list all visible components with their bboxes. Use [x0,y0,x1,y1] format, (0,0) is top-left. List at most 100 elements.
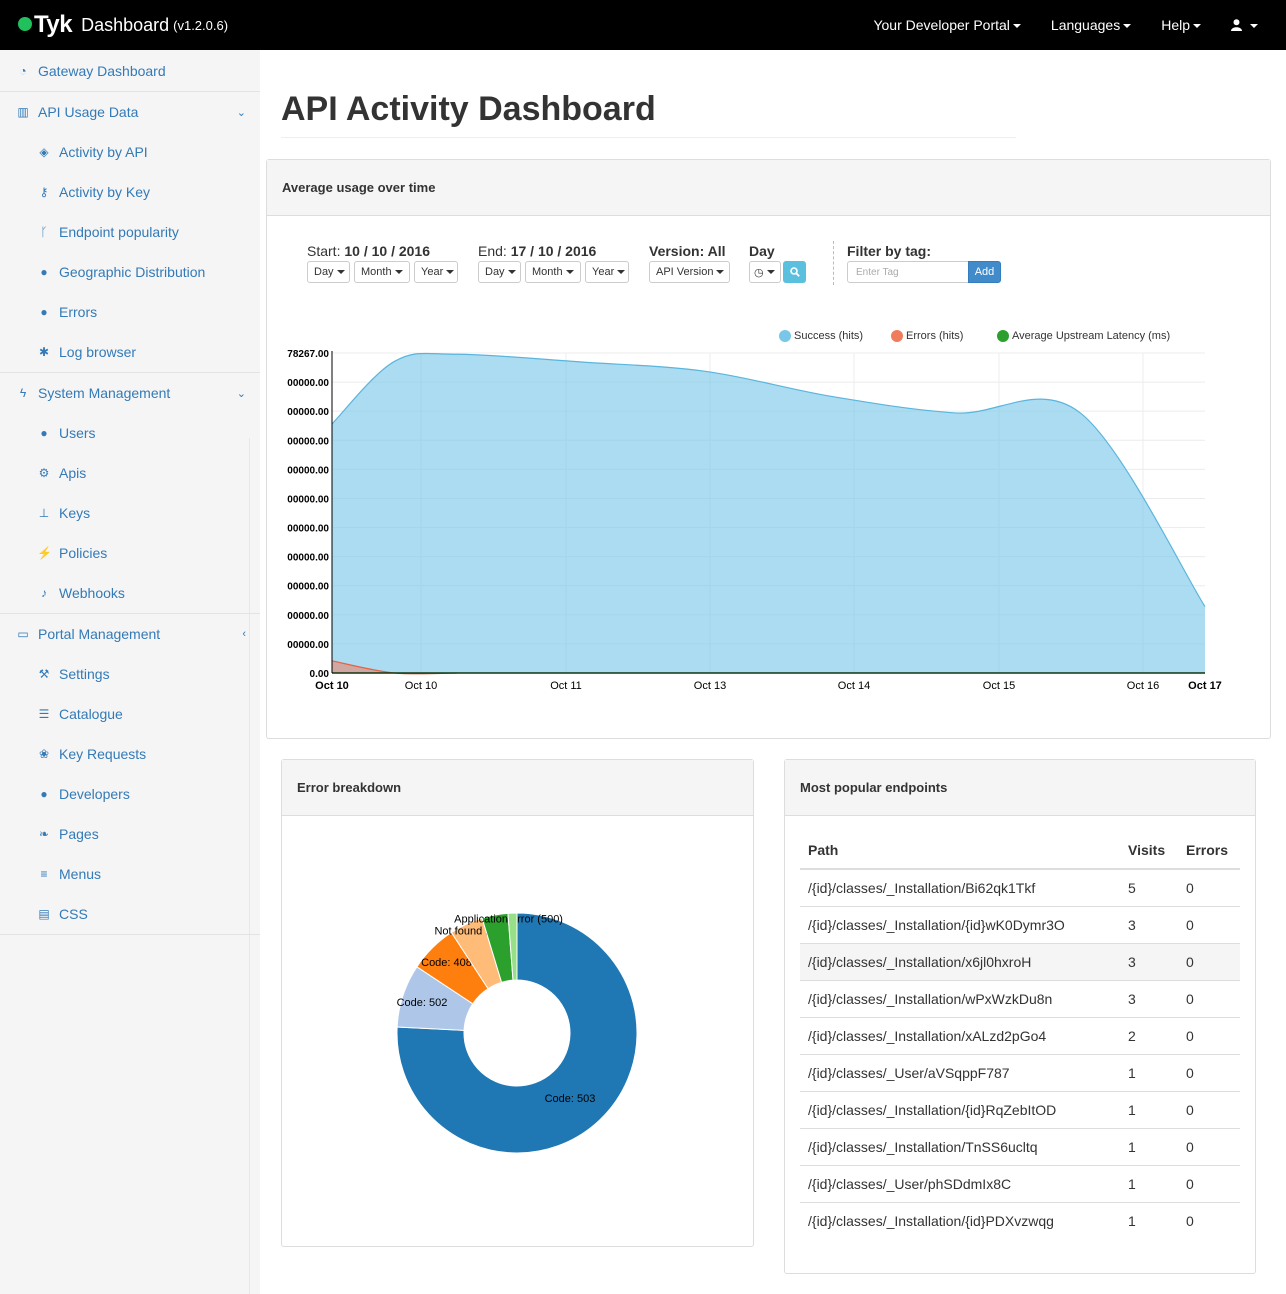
nav-languages[interactable]: Languages [1051,17,1132,33]
sidebar-item-webhooks[interactable]: ♪ Webhooks [0,573,260,613]
sidebar-item-catalogue[interactable]: ☰ Catalogue [0,694,260,734]
sidebar-item-pages[interactable]: ❧ Pages [0,814,260,854]
y-tick-label: 0.00 [310,669,330,680]
sidebar-item-api-usage-data[interactable]: ▥ API Usage Data ⌄ [0,92,260,132]
column-header-errors: Errors [1178,832,1240,870]
table-row[interactable]: /{id}/classes/_User/aVSqppF787 1 0 [800,1053,1240,1091]
end-month-dropdown[interactable]: Month [525,261,581,283]
slice-label: Code: 503 [545,1093,596,1105]
popular-endpoints-panel: Most popular endpoints Path Visits Error… [784,759,1256,1274]
table-row[interactable]: /{id}/classes/_Installation/wPxWzkDu8n 3 0 [800,979,1240,1017]
version-label: Version: All [649,243,726,259]
endpoint-path: /{id}/classes/_Installation/{id}PDXvzwqg [800,1201,1120,1239]
chevron-down-icon: ⌄ [236,106,246,119]
y-tick-label: 00000.00 [287,611,329,622]
sidebar-item-label: Pages [59,826,99,842]
endpoint-path: /{id}/classes/_Installation/TnSS6ucltq [800,1127,1120,1165]
endpoint-errors: 0 [1178,1016,1240,1054]
table-row[interactable]: /{id}/classes/_Installation/{id}PDXvzwqg… [800,1201,1240,1239]
cogs-icon: ⚙ [38,466,50,480]
table-row[interactable]: /{id}/classes/_Installation/{id}RqZebItO… [800,1090,1240,1128]
sidebar-item-portal-management[interactable]: ▭ Portal Management ‹ [0,614,260,654]
sidebar-item-label: Catalogue [59,706,123,722]
sidebar-item-errors[interactable]: ● Errors [0,292,260,332]
sidebar-item-apis[interactable]: ⚙ Apis [0,453,260,493]
end-year-dropdown[interactable]: Year [585,261,629,283]
sidebar-item-label: Activity by API [59,144,148,160]
endpoint-path: /{id}/classes/_Installation/{id}wK0Dymr3… [800,905,1120,943]
caret-down-icon [1250,24,1258,28]
sidebar-item-label: Portal Management [38,626,161,642]
y-tick-label: 00000.00 [287,582,329,593]
y-tick-label: 00000.00 [287,640,329,651]
endpoint-visits: 3 [1120,979,1178,1017]
endpoint-errors: 0 [1178,1053,1240,1091]
sidebar-item-activity-by-key[interactable]: ⚷ Activity by Key [0,172,260,212]
endpoint-path: /{id}/classes/_Installation/Bi62qk1Tkf [800,868,1120,906]
endpoint-path: /{id}/classes/_User/aVSqppF787 [800,1053,1120,1091]
error-donut-chart: Code: 503Code: 502Code: 408Not found (40… [396,912,638,1154]
end-label-text: End: [478,243,507,259]
sidebar-item-developers[interactable]: ● Developers [0,774,260,814]
page-title: API Activity Dashboard [281,90,656,128]
sidebar-item-log-browser[interactable]: ✱ Log browser [0,332,260,372]
sidebar-item-activity-by-api[interactable]: ◈ Activity by API [0,132,260,172]
sidebar-item-endpoint-popularity[interactable]: ᚴ Endpoint popularity [0,212,260,252]
nav-help[interactable]: Help [1161,17,1201,33]
sidebar-item-label: Key Requests [59,746,147,762]
leaf-icon: ❧ [38,827,50,841]
logo-text: Tyk [34,11,73,38]
sidebar-item-policies[interactable]: ⚡ Policies [0,533,260,573]
sidebar-item-geographic-distribution[interactable]: ● Geographic Distribution [0,252,260,292]
dropdown-label: Day [314,266,334,278]
brand[interactable]: Tyk Dashboard (v1.2.0.6) [18,11,228,39]
sidebar-item-system-management[interactable]: ϟ System Management ⌄ [0,373,260,413]
sidebar-item-keys[interactable]: ⊥ Keys [0,493,260,533]
y-tick-label: 78267.00 [287,349,329,360]
add-tag-button[interactable]: Add [968,261,1001,283]
table-row[interactable]: /{id}/classes/_Installation/xALzd2pGo4 2 0 [800,1016,1240,1054]
table-row[interactable]: /{id}/classes/_Installation/x6jl0hxroH 3 0 [800,942,1240,980]
bolt-icon: ϟ [19,386,27,400]
title-divider [281,137,1016,138]
nav-developer-portal[interactable]: Your Developer Portal [873,17,1021,33]
sidebar-item-label: API Usage Data [38,104,139,120]
table-row[interactable]: /{id}/classes/_Installation/TnSS6ucltq 1 0 [800,1127,1240,1165]
popular-endpoints-heading: Most popular endpoints [785,760,1255,816]
endpoint-errors: 0 [1178,1164,1240,1202]
tyk-logo: Tyk [18,11,73,39]
caret-down-icon [1012,24,1021,28]
table-row[interactable]: /{id}/classes/_Installation/{id}wK0Dymr3… [800,905,1240,943]
endpoint-visits: 1 [1120,1127,1178,1165]
search-button[interactable] [783,261,806,283]
sidebar-item-settings[interactable]: ⚒ Settings [0,654,260,694]
start-year-dropdown[interactable]: Year [414,261,458,283]
sidebar-item-key-requests[interactable]: ❀ Key Requests [0,734,260,774]
sidebar-item-users[interactable]: ● Users [0,413,260,453]
sidebar-item-label: Geographic Distribution [59,264,206,280]
start-month-dropdown[interactable]: Month [354,261,410,283]
api-version-dropdown[interactable]: API Version [649,261,730,283]
y-tick-label: 00000.00 [287,494,329,505]
table-row[interactable]: /{id}/classes/_User/phSDdmIx8C 1 0 [800,1164,1240,1202]
sidebar-item-label: Webhooks [59,585,125,601]
start-day-dropdown[interactable]: Day [307,261,350,283]
endpoint-path: /{id}/classes/_Installation/xALzd2pGo4 [800,1016,1120,1054]
caret-down-icon [1193,24,1201,28]
nav-user-menu[interactable] [1231,17,1258,33]
endpoint-errors: 0 [1178,1127,1240,1165]
folder-open-icon: ▭ [17,627,29,641]
sidebar-item-label: Log browser [59,344,137,360]
granularity-dropdown[interactable]: ◷ [749,261,781,283]
wrench-icon: ⚒ [38,667,50,681]
endpoint-errors: 0 [1178,1090,1240,1128]
end-day-dropdown[interactable]: Day [478,261,521,283]
dropdown-label: Year [421,266,444,278]
sidebar-item-label: Users [59,425,96,441]
table-row[interactable]: /{id}/classes/_Installation/Bi62qk1Tkf 5 0 [800,868,1240,906]
bomb-icon: ● [40,305,48,319]
sidebar-item-gateway-dashboard[interactable]: ◔ Gateway Dashboard [0,51,260,91]
sidebar-item-menus[interactable]: ≡ Menus [0,854,260,894]
tag-input[interactable]: Enter Tag [847,261,969,283]
sidebar-item-css[interactable]: ▤ CSS [0,894,260,934]
